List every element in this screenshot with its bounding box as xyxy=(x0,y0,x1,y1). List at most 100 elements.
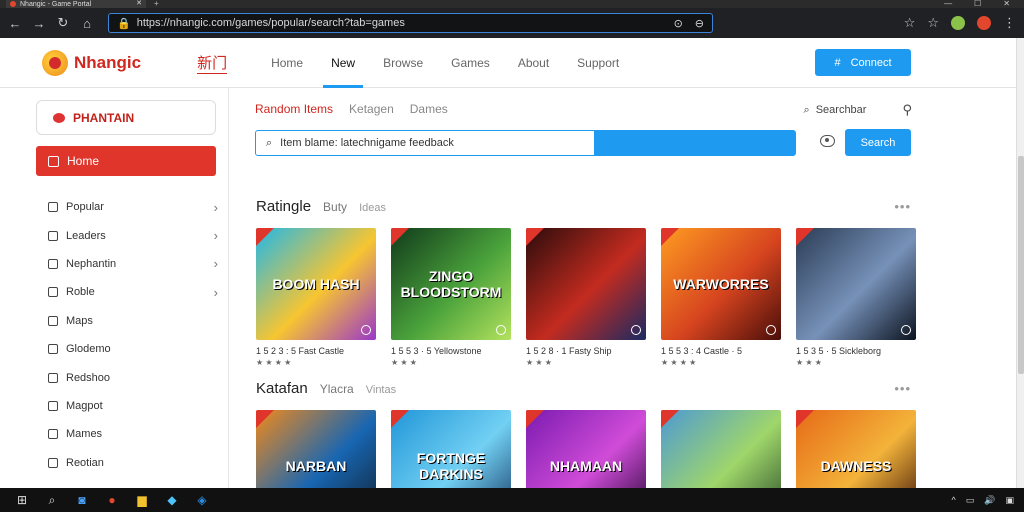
game-card[interactable]: WARWORRES 1 5 5 3 : 4 Castle · 5 ★ ★ ★ ★ xyxy=(661,228,781,367)
sidebar-item-magpot[interactable]: Magpot xyxy=(48,392,218,420)
game-card[interactable] xyxy=(661,410,781,488)
game-caption: 1 5 5 3 · 5 Yellowstone xyxy=(391,346,482,356)
play-icon[interactable] xyxy=(766,325,776,335)
more-options-icon[interactable]: ••• xyxy=(894,381,911,396)
play-icon[interactable] xyxy=(631,325,641,335)
connect-button[interactable]: # Connect xyxy=(815,49,911,76)
game-card[interactable]: NHAMAAN xyxy=(526,410,646,488)
game-thumbnail[interactable]: NHAMAAN xyxy=(526,410,646,488)
site-favicon-icon xyxy=(10,1,16,7)
sidebar-item-glodemo[interactable]: Glodemo xyxy=(48,335,218,363)
edge-icon[interactable]: ◈ xyxy=(194,492,210,508)
game-thumbnail[interactable]: BOOM HASH xyxy=(256,228,376,340)
game-rating: ★ ★ ★ xyxy=(391,358,417,367)
game-card[interactable]: 1 5 2 8 · 1 Fasty Ship ★ ★ ★ xyxy=(526,228,646,367)
sidebar-item-reotian[interactable]: Reotian xyxy=(48,449,218,477)
nav-item-home[interactable]: Home xyxy=(257,38,317,88)
folder-icon[interactable]: ▆ xyxy=(134,492,150,508)
sidebar-item-nephantin[interactable]: Nephantin › xyxy=(48,250,218,278)
folder-icon xyxy=(48,429,58,440)
game-thumbnail[interactable] xyxy=(526,228,646,340)
address-bar[interactable]: 🔒 https://nhangic.com/games/popular/sear… xyxy=(108,13,713,33)
reload-icon[interactable]: ↻ xyxy=(56,15,70,31)
windows-start-icon[interactable]: ⊞ xyxy=(14,492,30,508)
game-caption: 1 5 2 8 · 1 Fasty Ship xyxy=(526,346,612,356)
game-thumbnail[interactable]: FORTNGE DARKINS xyxy=(391,410,511,488)
camera-icon[interactable]: ◙ xyxy=(74,492,90,508)
page-scrollbar[interactable] xyxy=(1016,38,1024,488)
nav-item-support[interactable]: Support xyxy=(563,38,633,88)
sidebar-item-roble[interactable]: Roble › xyxy=(48,278,218,306)
sidebar-item-leaders[interactable]: Leaders › xyxy=(48,221,218,249)
searchbar-link[interactable]: Searchbar xyxy=(816,104,867,116)
section-more-link[interactable]: Vintas xyxy=(366,384,396,396)
forward-arrow-icon[interactable]: → xyxy=(32,16,46,31)
game-thumbnail[interactable]: WARWORRES xyxy=(661,228,781,340)
game-card[interactable]: DAWNESS xyxy=(796,410,916,488)
profile-avatar-icon[interactable] xyxy=(977,16,991,30)
extension-icon[interactable] xyxy=(951,16,965,30)
store-icon[interactable]: ◆ xyxy=(164,492,180,508)
section-more-link[interactable]: Ideas xyxy=(359,202,386,214)
network-icon[interactable]: ▭ xyxy=(966,495,975,506)
ribbon-icon xyxy=(391,410,409,428)
star-icon xyxy=(48,344,58,355)
nav-item-games[interactable]: Games xyxy=(437,38,504,88)
game-card[interactable]: BOOM HASH 1 5 2 3 : 5 Fast Castle ★ ★ ★ ★ xyxy=(256,228,376,367)
user-icon[interactable]: ⚲ xyxy=(902,102,912,118)
game-card[interactable]: FORTNGE DARKINS xyxy=(391,410,511,488)
os-taskbar: ⊞ ⌕ ◙ ● ▆ ◆ ◈ ^ ▭ 🔊 ▣ xyxy=(0,488,1024,512)
search-input[interactable]: ⌕ Item blame: latechnigame feedback xyxy=(255,130,796,156)
game-thumbnail[interactable]: ZINGO BLOODSTORM xyxy=(391,228,511,340)
play-icon[interactable] xyxy=(361,325,371,335)
subtab-0[interactable]: Random Items xyxy=(255,102,333,116)
search-icon[interactable]: ⌕ xyxy=(44,492,60,508)
game-card[interactable]: ZINGO BLOODSTORM 1 5 5 3 · 5 Yellowstone ★… xyxy=(391,228,511,367)
game-thumbnail[interactable]: NARBAN xyxy=(256,410,376,488)
more-menu-icon[interactable]: ⋮ xyxy=(1003,15,1016,31)
search-button[interactable]: Search xyxy=(845,129,911,156)
maximize-button[interactable]: ☐ xyxy=(974,0,981,8)
close-window-button[interactable]: ✕ xyxy=(1003,0,1010,8)
sidebar-item-mames[interactable]: Mames xyxy=(48,420,218,448)
nav-item-new[interactable]: New xyxy=(317,38,369,88)
section-subtitle[interactable]: Ylacra xyxy=(320,382,354,396)
subtab-1[interactable]: Ketagen xyxy=(349,102,394,116)
site-logo[interactable]: Nhangic xyxy=(42,49,141,76)
eye-icon[interactable] xyxy=(820,135,835,147)
game-thumbnail[interactable] xyxy=(796,228,916,340)
scrollbar-thumb[interactable] xyxy=(1018,156,1024,374)
back-arrow-icon[interactable]: ← xyxy=(8,16,22,31)
notifications-icon[interactable]: ▣ xyxy=(1005,495,1014,506)
new-tab-icon[interactable]: + xyxy=(154,0,159,8)
game-card[interactable]: 1 5 3 5 · 5 Sickleborg ★ ★ ★ xyxy=(796,228,916,367)
tab-close-icon[interactable]: ✕ xyxy=(136,0,142,8)
favorite-star-icon[interactable]: ☆ xyxy=(904,15,916,31)
sidebar-home-button[interactable]: Home xyxy=(36,146,216,176)
nav-item-browse[interactable]: Browse xyxy=(369,38,437,88)
tray-chevron-icon[interactable]: ^ xyxy=(952,495,956,505)
subtab-2[interactable]: Dames xyxy=(410,102,448,116)
sidebar-item-popular[interactable]: Popular › xyxy=(48,193,218,221)
volume-icon[interactable]: 🔊 xyxy=(984,495,995,506)
profile-icon xyxy=(53,112,65,123)
share-icon[interactable]: ⊙ xyxy=(674,17,683,30)
minimize-button[interactable]: — xyxy=(944,0,952,8)
section-subtitle[interactable]: Buty xyxy=(323,200,347,214)
sidebar-profile-card[interactable]: PHANTAIN xyxy=(36,100,216,135)
game-thumbnail[interactable]: DAWNESS xyxy=(796,410,916,488)
game-thumbnail[interactable] xyxy=(661,410,781,488)
zoom-icon[interactable]: ⊖ xyxy=(695,17,704,30)
game-card[interactable]: NARBAN xyxy=(256,410,376,488)
play-icon[interactable] xyxy=(496,325,506,335)
sidebar-item-redshoo[interactable]: Redshoo xyxy=(48,363,218,391)
browser-icon[interactable]: ● xyxy=(104,492,120,508)
play-icon[interactable] xyxy=(901,325,911,335)
more-options-icon[interactable]: ••• xyxy=(894,199,911,214)
home-icon[interactable]: ⌂ xyxy=(80,16,94,31)
game-rating: ★ ★ ★ xyxy=(796,358,822,367)
sidebar-item-maps[interactable]: Maps xyxy=(48,307,218,335)
browser-tab[interactable]: Nhangic - Game Portal ✕ xyxy=(6,0,146,8)
nav-item-about[interactable]: About xyxy=(504,38,563,88)
bookmarks-icon[interactable]: ☆ xyxy=(927,15,939,31)
